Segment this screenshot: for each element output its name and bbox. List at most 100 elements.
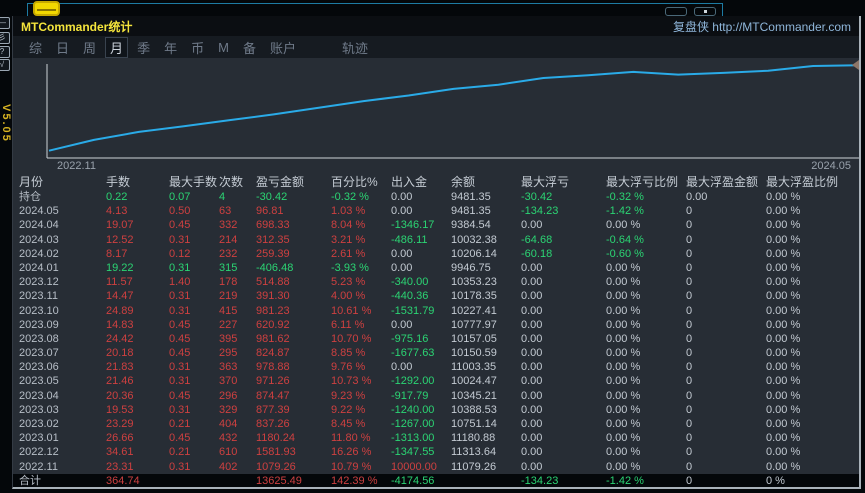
table-cell: 329 <box>219 403 238 416</box>
table-cell: 8.04 % <box>331 219 366 232</box>
table-row-2023.11[interactable]: 2023.11 14.47 0.31 219 391.30 4.00 % -440.36 10… <box>13 289 859 303</box>
table-cell: 971.26 <box>256 375 290 388</box>
column-header: 余额 <box>451 175 476 189</box>
table-row-2024.05[interactable]: 2024.05 4.13 0.50 63 96.81 1.03 % 0.00 9481.35 -… <box>13 204 859 218</box>
table-cell: 0.00 % <box>766 247 801 260</box>
menu-tab-月[interactable]: 月 <box>105 36 129 58</box>
table-cell: 0 <box>686 332 693 345</box>
table-cell: 0.31 <box>169 261 191 274</box>
table-cell: 合计 <box>19 474 41 487</box>
table-cell: -406.48 <box>256 261 294 274</box>
table-row-2024.01[interactable]: 2024.01 19.22 0.31 315 -406.48 -3.93 % 0.00 994… <box>13 261 859 275</box>
table-cell: 2023.10 <box>19 304 59 317</box>
table-cell: 2023.01 <box>19 432 59 445</box>
table-row-2023.12[interactable]: 2023.12 11.57 1.40 178 514.88 5.23 % -340.00 10… <box>13 275 859 289</box>
sidebar-tool-icon-minimize[interactable]: — <box>0 17 10 29</box>
table-cell: -486.11 <box>391 233 428 246</box>
credit-link[interactable]: 复盘侠 http://MTCommander.com <box>673 18 851 35</box>
table-cell: 259.39 <box>256 247 290 260</box>
menu-tab-综[interactable]: 综 <box>29 38 42 57</box>
table-cell: 2023.11 <box>19 290 58 303</box>
table-cell: 295 <box>219 347 238 360</box>
table-cell: 0.07 <box>169 191 191 203</box>
table-cell: 395 <box>219 332 238 345</box>
table-cell: 9481.35 <box>451 191 491 203</box>
table-row-2023.07[interactable]: 2023.07 20.18 0.45 295 824.87 8.85 % -1677.63 1… <box>13 346 859 360</box>
table-cell: 持仓 <box>19 191 41 203</box>
table-cell: 981.23 <box>256 304 290 317</box>
table-cell: 1079.26 <box>256 460 296 473</box>
table-cell: 23.31 <box>106 460 134 473</box>
menu-tab-备[interactable]: 备 <box>243 38 256 57</box>
table-cell: 0.31 <box>169 290 191 303</box>
table-cell: 0.00 % <box>606 375 641 388</box>
table-cell: 312.35 <box>256 233 290 246</box>
table-cell: 0 <box>686 446 693 459</box>
menu-tab-轨迹[interactable]: 轨迹 <box>342 38 368 57</box>
table-row-2023.09[interactable]: 2023.09 14.83 0.45 227 620.92 6.11 % 0.00 10777… <box>13 318 859 332</box>
table-cell: 978.88 <box>256 361 290 374</box>
table-cell: 21.83 <box>106 361 134 374</box>
table-cell: 0.00 % <box>606 276 641 289</box>
table-row-2023.06[interactable]: 2023.06 21.83 0.31 363 978.88 9.76 % 0.00 11003… <box>13 360 859 374</box>
menu-tab-日[interactable]: 日 <box>56 38 69 57</box>
table-cell: 0.00 <box>521 304 543 317</box>
table-cell: -1292.00 <box>391 375 435 388</box>
sidebar-tool-icon-help[interactable]: ? <box>0 46 10 58</box>
table-cell: 24.89 <box>106 304 134 317</box>
table-cell: 877.39 <box>256 403 290 416</box>
table-row-2023.04[interactable]: 2023.04 20.36 0.45 296 874.47 9.23 % -917.79 10… <box>13 389 859 403</box>
table-cell: 0.00 % <box>606 261 641 274</box>
table-cell: 2023.05 <box>19 375 59 388</box>
table-row-2023.08[interactable]: 2023.08 24.42 0.45 395 981.62 10.70 % -975.16 1… <box>13 332 859 346</box>
table-cell: 4 <box>219 191 226 203</box>
sidebar-tool-icon-check[interactable]: √ <box>0 59 10 71</box>
background-window-button-2[interactable] <box>694 7 716 16</box>
menu-tab-M[interactable]: M <box>218 40 229 55</box>
menu-tab-年[interactable]: 年 <box>164 38 177 57</box>
table-cell: 10353.23 <box>451 276 497 289</box>
table-cell: -64.68 <box>521 233 553 246</box>
table-cell: 0.00 % <box>606 361 641 374</box>
table-cell: 874.47 <box>256 389 290 402</box>
table-cell: 19.53 <box>106 403 134 416</box>
table-cell: 0.22 <box>106 191 128 203</box>
table-row-2022.11[interactable]: 2022.11 23.31 0.31 402 1079.26 10.79 % 10000.0… <box>13 460 859 474</box>
table-row-2023.02[interactable]: 2023.02 23.29 0.21 404 837.26 8.45 % -1267.00 1… <box>13 417 859 431</box>
table-cell: 415 <box>219 304 238 317</box>
table-cell: 0.00 % <box>606 290 641 303</box>
table-row-2023.01[interactable]: 2023.01 26.66 0.45 432 1180.24 11.80 % -1313.0… <box>13 431 859 445</box>
table-cell: 0.00 % <box>766 389 801 402</box>
background-window-button-1[interactable] <box>665 7 687 16</box>
sidebar-tool-icon-chart[interactable]: 彡 <box>0 32 10 44</box>
table-row-持仓[interactable]: 持仓 0.22 0.07 4 -30.42 -0.32 % 0.00 9481.35 -30.4… <box>13 190 859 204</box>
menu-tab-账户[interactable]: 账户 <box>270 38 296 57</box>
menubar-items: 综日周月季年币 M 备账户 轨迹 <box>13 36 859 58</box>
table-row-2023.05[interactable]: 2023.05 21.46 0.31 370 971.26 10.73 % -1292.00… <box>13 374 859 388</box>
table-header-row: 月份 手数 最大手数 次数 盈亏金额 百分比% 出入金 余额 最大浮亏 最大浮亏比例 最大浮盈金额最… <box>13 173 859 190</box>
table-row-2022.12[interactable]: 2022.12 34.61 0.21 610 1581.93 16.26 % -1347.5… <box>13 445 859 459</box>
table-cell: 0.00 <box>521 432 543 445</box>
table-cell: 11.57 <box>106 276 133 289</box>
table-cell: 0.00 <box>686 191 708 203</box>
table-row-2023.10[interactable]: 2023.10 24.89 0.31 415 981.23 10.61 % -1531.79… <box>13 304 859 318</box>
table-cell: 0.00 <box>521 446 543 459</box>
table-cell: 2024.03 <box>19 233 59 246</box>
table-cell: 0.31 <box>169 361 191 374</box>
table-row-2024.02[interactable]: 2024.02 8.17 0.12 232 259.39 2.61 % 0.00 10206.… <box>13 247 859 261</box>
table-cell: 0 <box>686 460 693 473</box>
x-axis-label-start: 2022.11 <box>57 160 96 172</box>
desktop-screen: — 彡 ? √ V5.05 MTCommander统计 复盘侠 http://M… <box>0 0 865 493</box>
table-row-2024.04[interactable]: 2024.04 19.07 0.45 332 698.33 8.04 % -1346.17 9… <box>13 218 859 232</box>
table-cell: 0.45 <box>169 332 191 345</box>
table-cell: 10.70 % <box>331 332 372 345</box>
menu-tab-周[interactable]: 周 <box>83 38 96 57</box>
table-cell: 0.00 <box>521 418 543 430</box>
table-row-2024.03[interactable]: 2024.03 12.52 0.31 214 312.35 3.21 % -486.11 10… <box>13 233 859 247</box>
table-cell: 698.33 <box>256 219 290 232</box>
menu-tab-币[interactable]: 币 <box>191 38 204 57</box>
table-row-2023.03[interactable]: 2023.03 19.53 0.31 329 877.39 9.22 % -1240.00 1… <box>13 403 859 417</box>
table-cell: 0 % <box>766 474 785 487</box>
menu-tab-季[interactable]: 季 <box>137 38 150 57</box>
title-bar[interactable]: MTCommander统计 复盘侠 http://MTCommander.com <box>13 16 859 36</box>
